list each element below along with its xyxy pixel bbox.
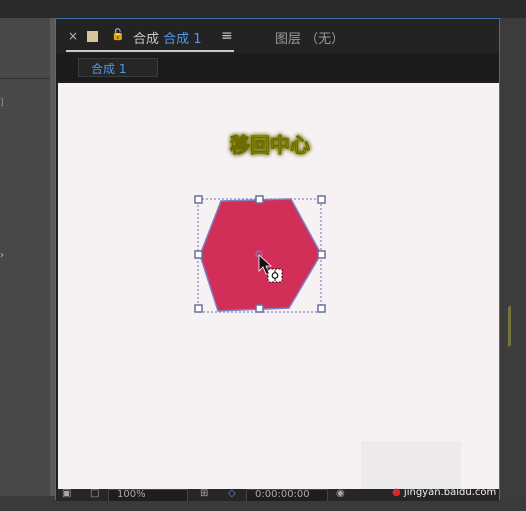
watermark-text: jingyan.baidu.com xyxy=(403,487,497,498)
handle-middle-left xyxy=(194,250,203,259)
mask-icon[interactable]: ◇ xyxy=(228,489,236,499)
left-panel-divider xyxy=(0,78,50,79)
pan-behind-tool-icon xyxy=(267,268,283,283)
site-watermark: ● jingyan.baidu.com xyxy=(392,487,496,498)
baidu-paw-icon: ● xyxy=(392,487,401,498)
composition-breadcrumb[interactable]: 合成 1 xyxy=(78,58,158,77)
handle-top-right xyxy=(317,195,326,204)
tab-layer[interactable]: 图层 （无） xyxy=(275,28,344,47)
annotation-label: 移回中心 xyxy=(230,133,310,157)
region-toggle-icon[interactable]: □ xyxy=(90,489,99,499)
camera-icon[interactable]: ◉ xyxy=(336,489,345,499)
panel-tab-bar: × 🔓 合成 合成 1 ≡ 图层 （无） xyxy=(56,19,499,53)
composition-panel: × 🔓 合成 合成 1 ≡ 图层 （无） 合成 1 移回中心 ▣ □ 100% … xyxy=(55,18,500,501)
tab-composition-prefix: 合成 xyxy=(133,32,160,47)
zoom-dropdown[interactable]: 100% xyxy=(108,489,188,501)
left-panel-hint: ] xyxy=(0,98,4,108)
handle-bottom-right xyxy=(317,304,326,313)
left-panel-background: ] xyxy=(0,18,50,511)
tab-composition[interactable]: 合成 合成 1 xyxy=(133,28,202,47)
handle-bottom-center xyxy=(255,304,264,313)
handle-middle-right xyxy=(317,250,326,259)
handle-top-center xyxy=(255,195,264,204)
active-tab-underline xyxy=(66,50,234,52)
label-color-swatch[interactable] xyxy=(87,31,98,42)
timecode-value: 0:00:00:00 xyxy=(255,489,310,500)
handle-bottom-left xyxy=(194,304,203,313)
zoom-value: 100% xyxy=(117,489,146,500)
lock-icon[interactable]: 🔓 xyxy=(111,28,125,41)
panel-menu-icon[interactable]: ≡ xyxy=(221,28,233,44)
top-dark-strip xyxy=(0,0,526,18)
viewer-overlay: 移回中心 xyxy=(194,133,326,313)
grid-icon[interactable]: ⊞ xyxy=(200,489,208,499)
composition-viewer[interactable]: 移回中心 xyxy=(58,83,499,489)
composition-navigator-bar: 合成 1 xyxy=(56,53,499,81)
handle-top-left xyxy=(194,195,203,204)
left-panel-arrow-icon: › xyxy=(0,250,4,261)
close-tab-icon[interactable]: × xyxy=(68,29,78,43)
tab-composition-name: 合成 1 xyxy=(163,32,202,47)
right-panel-background xyxy=(500,18,526,511)
timecode-field[interactable]: 0:00:00:00 xyxy=(246,489,328,501)
snapshot-toggle-icon[interactable]: ▣ xyxy=(62,489,71,499)
hexagon-shape-layer[interactable] xyxy=(199,198,322,312)
